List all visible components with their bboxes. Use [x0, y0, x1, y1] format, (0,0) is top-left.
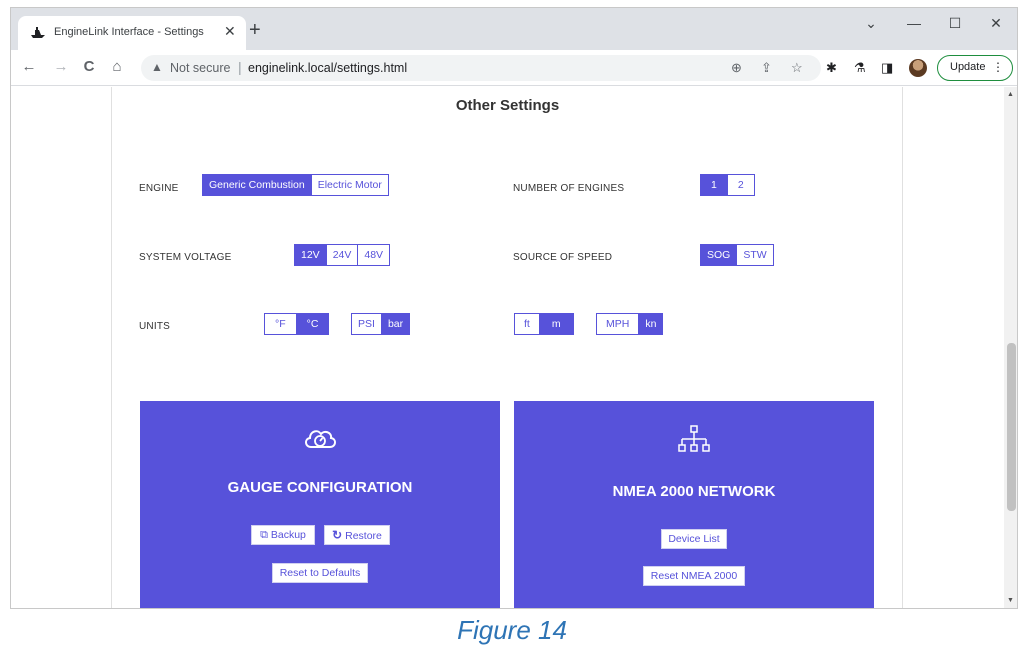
reload-button[interactable]: C [79, 58, 99, 75]
back-button[interactable]: ← [19, 58, 39, 75]
page-border-left [111, 87, 112, 608]
speed-unit-group: MPH kn [596, 313, 664, 335]
title-bar: EngineLink Interface - Settings ✕ + ⌄ — … [11, 8, 1017, 50]
gauge-card-title: GAUGE CONFIGURATION [227, 479, 413, 496]
speed-source-option-sog[interactable]: SOG [701, 245, 738, 265]
pressure-unit-group: PSI bar [351, 313, 411, 335]
minimize-button[interactable]: — [899, 15, 929, 31]
gauge-configuration-card: GAUGE CONFIGURATION ⧉ Backup ↻ Restore R… [140, 401, 500, 608]
num-engines-option-1[interactable]: 1 [701, 175, 728, 195]
num-engines-option-2[interactable]: 2 [728, 175, 754, 195]
update-button[interactable]: Update ⋮ [937, 55, 1013, 81]
labs-icon[interactable]: ⚗ [854, 60, 866, 76]
units-label: UNITS [139, 321, 170, 332]
tab-close-icon[interactable]: ✕ [224, 23, 236, 40]
figure-caption: Figure 14 [457, 615, 567, 645]
zoom-icon[interactable]: ⊕ [731, 60, 742, 76]
nmea-card-title: NMEA 2000 NETWORK [612, 483, 776, 500]
nmea-network-card: NMEA 2000 NETWORK Device List Reset NMEA… [514, 401, 874, 608]
tab-title: EngineLink Interface - Settings [54, 26, 204, 38]
page-border-right [902, 87, 903, 608]
speed-option-mph[interactable]: MPH [597, 314, 640, 334]
update-label: Update [950, 61, 986, 73]
speed-source-option-stw[interactable]: STW [737, 245, 772, 265]
page-scrollbar[interactable]: ▲ ▼ [1004, 87, 1017, 608]
temp-option-celsius[interactable]: °C [296, 314, 329, 334]
engine-option-electric-motor[interactable]: Electric Motor [312, 175, 388, 195]
reset-nmea-button[interactable]: Reset NMEA 2000 [643, 566, 745, 586]
system-voltage-label: SYSTEM VOLTAGE [139, 252, 232, 263]
browser-toolbar: ← → C ⌂ ▲ Not secure | enginelink.local/… [11, 50, 1017, 86]
depth-option-ft[interactable]: ft [515, 314, 540, 334]
security-label[interactable]: Not secure [170, 61, 230, 75]
page-viewport: Other Settings ENGINE Generic Combustion… [11, 87, 1017, 608]
address-bar[interactable]: ▲ Not secure | enginelink.local/settings… [141, 55, 821, 81]
gauge-cloud-icon [140, 425, 500, 458]
share-icon[interactable]: ⇪ [761, 60, 772, 76]
voltage-option-48v[interactable]: 48V [358, 245, 389, 265]
menu-icon[interactable]: ⋮ [992, 60, 1004, 74]
depth-unit-group: ft m [514, 313, 574, 335]
maximize-button[interactable]: ☐ [940, 15, 970, 32]
restore-button[interactable]: ↻ Restore [324, 525, 390, 545]
speed-option-kn[interactable]: kn [639, 314, 663, 334]
speed-source-group: SOG STW [700, 244, 774, 266]
bookmark-star-icon[interactable]: ☆ [791, 60, 803, 76]
pressure-option-psi[interactable]: PSI [352, 314, 382, 334]
system-voltage-group: 12V 24V 48V [294, 244, 391, 266]
scroll-down-icon[interactable]: ▼ [1007, 597, 1014, 604]
backup-label: Backup [270, 529, 306, 541]
engine-option-generic-combustion[interactable]: Generic Combustion [203, 175, 312, 195]
section-title: Other Settings [455, 97, 560, 114]
boat-favicon-icon [31, 27, 45, 38]
scroll-thumb[interactable] [1007, 343, 1016, 511]
reset-defaults-button[interactable]: Reset to Defaults [272, 563, 368, 583]
num-engines-label: NUMBER OF ENGINES [513, 183, 625, 194]
num-engines-group: 1 2 [700, 174, 755, 196]
forward-button[interactable]: → [51, 58, 71, 75]
new-tab-button[interactable]: + [249, 20, 261, 40]
voltage-option-12v[interactable]: 12V [295, 245, 327, 265]
restore-icon: ↻ [332, 528, 343, 542]
warning-icon: ▲ [151, 60, 163, 74]
close-window-button[interactable]: ✕ [981, 15, 1011, 32]
extensions-icon[interactable]: ✱ [826, 60, 837, 76]
speed-source-label: SOURCE OF SPEED [513, 252, 613, 263]
scroll-up-icon[interactable]: ▲ [1007, 91, 1014, 98]
engine-label: ENGINE [139, 183, 179, 194]
voltage-option-24v[interactable]: 24V [327, 245, 359, 265]
profile-avatar[interactable] [909, 59, 927, 77]
temperature-unit-group: °F °C [264, 313, 330, 335]
restore-label: Restore [345, 530, 382, 542]
device-list-button[interactable]: Device List [661, 529, 727, 549]
tab-search-icon[interactable]: ⌄ [856, 15, 886, 32]
browser-window: EngineLink Interface - Settings ✕ + ⌄ — … [10, 7, 1018, 609]
browser-tab[interactable]: EngineLink Interface - Settings ✕ [18, 16, 246, 50]
engine-type-group: Generic Combustion Electric Motor [202, 174, 389, 196]
address-separator: | [238, 59, 242, 75]
home-button[interactable]: ⌂ [107, 58, 127, 75]
url-text[interactable]: enginelink.local/settings.html [248, 61, 407, 75]
network-icon [514, 425, 874, 462]
copy-icon: ⧉ [260, 529, 268, 541]
temp-option-fahrenheit[interactable]: °F [265, 314, 297, 334]
pressure-option-bar[interactable]: bar [381, 314, 410, 334]
backup-button[interactable]: ⧉ Backup [251, 525, 315, 545]
side-panel-icon[interactable]: ◨ [881, 60, 893, 76]
depth-option-m[interactable]: m [539, 314, 573, 334]
